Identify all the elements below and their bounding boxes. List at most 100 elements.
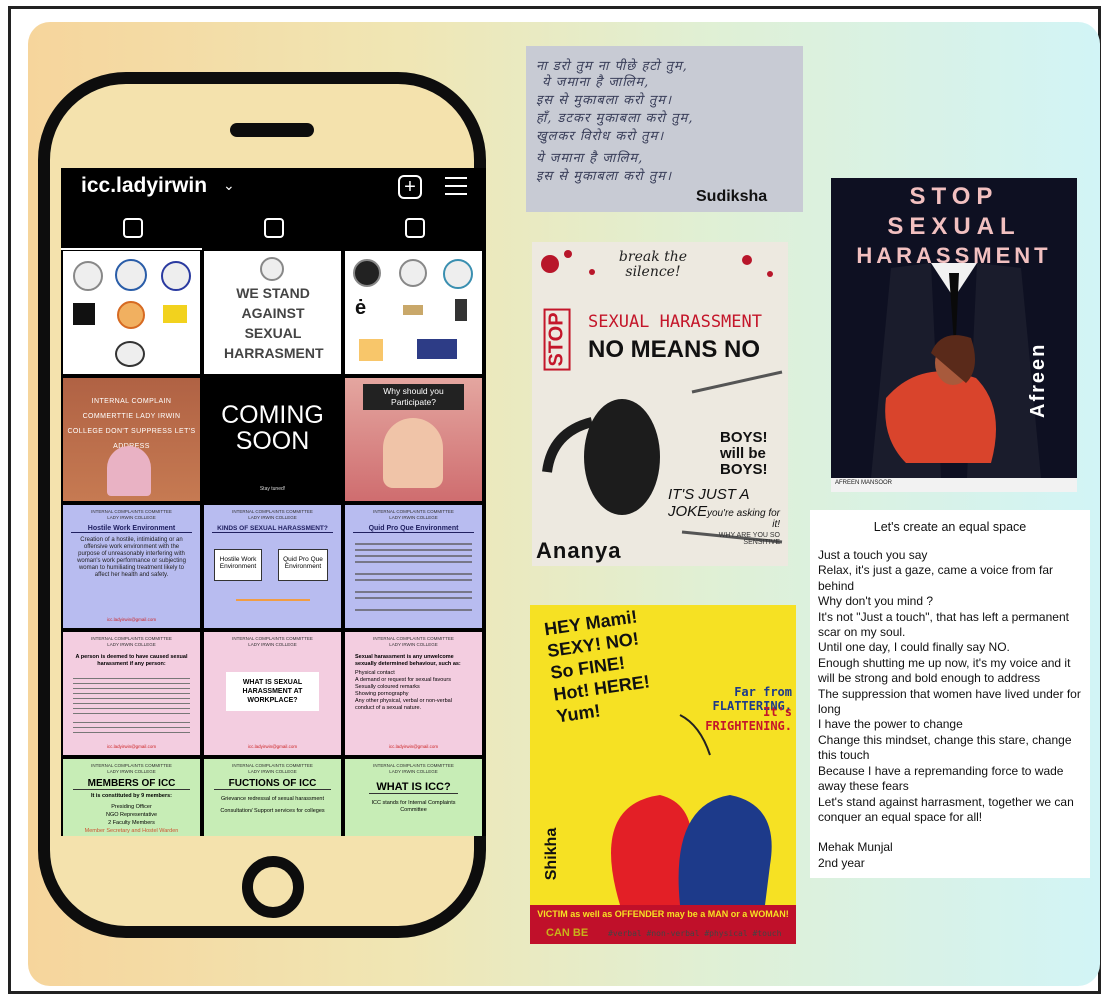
post-header: INTERNAL COMPLAINTS COMMITTEE LADY IRWIN …	[232, 763, 313, 774]
functions-list: Grievance redressal of sexual harassment…	[204, 793, 341, 817]
college-logo	[359, 339, 383, 361]
college-logo	[399, 259, 427, 287]
break-silence-text: break the silence!	[618, 249, 688, 280]
list-item: NGO Representative	[105, 812, 158, 818]
post-kinds-harassment[interactable]: INTERNAL COMPLAINTS COMMITTEE LADY IRWIN …	[204, 505, 341, 628]
post-harassment-is[interactable]: INTERNAL COMPLAINTS COMMITTEE LADY IRWIN …	[345, 632, 482, 755]
artist-name: Ananya	[536, 538, 622, 563]
reels-icon	[264, 218, 284, 238]
post-header: INTERNAL COMPLAINTS COMMITTEE LADY IRWIN …	[232, 636, 313, 647]
handwritten-line: हाँ, डटकर मुकाबला करो तुम,	[536, 111, 694, 126]
post-quid-pro[interactable]: INTERNAL COMPLAINTS COMMITTEE LADY IRWIN …	[345, 505, 482, 628]
post-header: INTERNAL COMPLAINTS COMMITTEE LADY IRWIN …	[373, 509, 454, 520]
handwritten-line: ये जमाना है जालिम,	[536, 151, 644, 166]
connector-line	[236, 599, 310, 601]
post-we-stand-text: WE STAND AGAINST SEXUAL HARRASMENT	[224, 285, 324, 361]
post-icc-photo[interactable]: INTERNAL COMPLAIN COMMERTTIE LADY IRWIN …	[63, 378, 200, 501]
post-email: icc.ladyirwin@gmail.com	[247, 744, 298, 749]
list-item: Grievance redressal of sexual harassment	[220, 796, 325, 802]
post-title: KINDS OF SEXUAL HARASSMENT?	[212, 525, 333, 533]
poem-line: Change this mindset, change this stare, …	[818, 732, 1072, 763]
college-logo: ė	[355, 297, 367, 319]
post-hostile-work[interactable]: INTERNAL COMPLAINTS COMMITTEE LADY IRWIN …	[63, 505, 200, 628]
kind-box-hostile: Hostile Work Environment	[214, 549, 262, 581]
post-body: ICC stands for Internal Complaints Commi…	[371, 800, 456, 813]
poem-line: Because I have a repremanding force to w…	[818, 763, 1064, 794]
list-item: Physical contact	[355, 670, 395, 676]
kind-box-quid: Quid Pro Que Environment	[278, 549, 328, 581]
artwork-sudiksha: ना डरो तुम ना पीछे हटो तुम, ये जमाना है …	[526, 46, 803, 212]
handwritten-line: इस से मुकाबला करो तुम।	[536, 169, 672, 184]
college-logo	[115, 259, 147, 291]
title-line: SEXUAL	[887, 213, 1021, 240]
signature: AFREEN MANSOOR	[835, 480, 893, 486]
victim-banner: VICTIM as well as OFFENDER may be a MAN …	[537, 909, 789, 919]
post-why-participate[interactable]: Why should you Participate?	[345, 378, 482, 501]
poem-card: Let's create an equal space Just a touch…	[810, 510, 1090, 878]
post-icc-photo-text: INTERNAL COMPLAIN COMMERTTIE LADY IRWIN …	[67, 398, 196, 450]
poem-author-year: 2nd year	[818, 855, 865, 870]
post-header: INTERNAL COMPLAINTS COMMITTEE LADY IRWIN …	[91, 636, 172, 647]
poem-line: Let's stand against harrasment, together…	[818, 794, 1074, 824]
post-members-icc[interactable]: INTERNAL COMPLAINTS COMMITTEE LADY IRWIN …	[63, 759, 200, 836]
post-logos-2[interactable]: ė	[345, 251, 482, 374]
poem-title: Let's create an equal space	[873, 520, 1027, 534]
poem-line: Just a touch you say	[818, 548, 928, 562]
instagram-username[interactable]: icc.ladyirwin	[81, 174, 207, 198]
poem-line: Why don't you mind ?	[818, 594, 934, 609]
post-title: Sexual harassment is any unwelcome sexua…	[355, 654, 461, 667]
college-logo	[403, 305, 423, 315]
handwritten-line: ये जमाना है जालिम,	[542, 75, 650, 90]
tab-reels[interactable]	[202, 212, 343, 248]
post-functions-icc[interactable]: INTERNAL COMPLAINTS COMMITTEE LADY IRWIN …	[204, 759, 341, 836]
tags-text: #verbal #non-verbal #physical #touch	[608, 929, 782, 938]
college-logo	[163, 305, 187, 323]
artwork-shikha: HEY Mami! SEXY! NO! So FINE! Hot! HERE! …	[530, 605, 796, 944]
college-logo	[260, 257, 284, 281]
college-logo	[161, 261, 191, 291]
add-post-icon[interactable]: +	[398, 175, 422, 199]
asking-text: you're asking for it!	[706, 508, 780, 530]
grid-icon	[123, 218, 143, 238]
post-header: INTERNAL COMPLAINTS COMMITTEE LADY IRWIN …	[373, 763, 454, 774]
boys-text: BOYS! will be BOYS!	[720, 429, 768, 478]
list-item: Any other physical, verbal or non-verbal…	[355, 698, 452, 711]
phone-home-button	[242, 856, 304, 918]
post-what-is-icc[interactable]: INTERNAL COMPLAINTS COMMITTEE LADY IRWIN …	[345, 759, 482, 836]
college-logo	[417, 339, 457, 359]
post-email: icc.ladyirwin@gmail.com	[388, 744, 439, 749]
poem-line: Until one day, I could finally say NO.	[818, 640, 1010, 655]
post-person-deemed[interactable]: INTERNAL COMPLAINTS COMMITTEE LADY IRWIN …	[63, 632, 200, 755]
post-title: WHAT IS ICC?	[369, 781, 458, 794]
tab-tagged[interactable]	[343, 212, 484, 248]
artist-name: Shikha	[543, 827, 561, 881]
post-body: Creation of a hostile, intimidating or a…	[77, 537, 186, 578]
chevron-down-icon[interactable]: ⌄	[223, 177, 235, 194]
phone-speaker	[230, 123, 314, 137]
text-lines	[355, 543, 472, 545]
post-what-is-harassment[interactable]: INTERNAL COMPLAINTS COMMITTEE LADY IRWIN …	[204, 632, 341, 755]
tagged-icon	[405, 218, 425, 238]
list-item: A demand or request for sexual favours	[355, 677, 451, 683]
post-title: MEMBERS OF ICC	[73, 778, 190, 790]
post-title: FUCTIONS OF ICC	[214, 778, 331, 790]
artwork-afreen: STOP SEXUAL HARASSMENT Afreen AFREEN MAN…	[831, 178, 1077, 492]
menu-icon[interactable]	[445, 177, 467, 201]
handwritten-line: इस से मुकाबला करो तुम।	[536, 93, 672, 108]
stop-text: STOP	[543, 308, 571, 371]
poem-author: Mehak Munjal	[818, 840, 893, 855]
artist-name: Sudiksha	[696, 188, 768, 205]
instagram-header: icc.ladyirwin ⌄ +	[61, 168, 486, 208]
college-logo	[117, 301, 145, 329]
headline-text: SEXUAL HARASSMENT	[588, 312, 762, 332]
poem-line	[818, 825, 1082, 840]
tab-grid[interactable]	[61, 212, 202, 250]
post-we-stand[interactable]: WE STAND AGAINST SEXUAL HARRASMENT	[204, 251, 341, 374]
college-logo	[455, 299, 467, 321]
post-coming-soon[interactable]: COMING SOON Stay tuned!	[204, 378, 341, 501]
catcall-words: HEY Mami! SEXY! NO! So FINE! Hot! HERE! …	[542, 606, 651, 727]
post-logos-1[interactable]	[63, 251, 200, 374]
college-logo	[73, 303, 95, 325]
post-header: INTERNAL COMPLAINTS COMMITTEE LADY IRWIN …	[91, 509, 172, 520]
post-email: icc.ladyirwin@gmail.com	[106, 744, 157, 749]
